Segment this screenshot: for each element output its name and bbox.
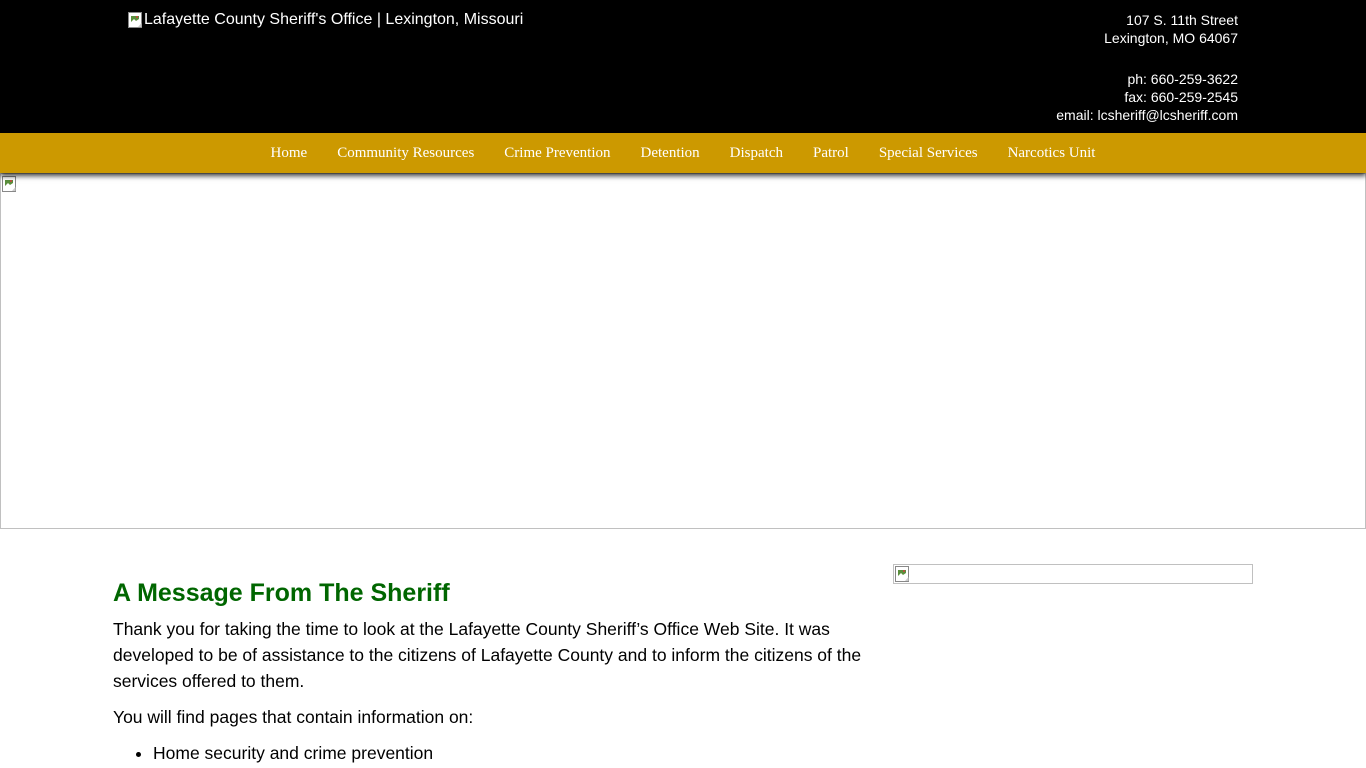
nav-item-narcotics-unit[interactable]: Narcotics Unit xyxy=(993,133,1111,173)
nav-item-dispatch[interactable]: Dispatch xyxy=(715,133,798,173)
info-list: Home security and crime prevention xyxy=(113,740,863,766)
fax-number: fax: 660-259-2545 xyxy=(1124,89,1238,105)
contact-info: 107 S. 11th Street Lexington, MO 64067 p… xyxy=(1056,11,1238,124)
nav-item-crime-prevention[interactable]: Crime Prevention xyxy=(489,133,625,173)
intro-paragraph: Thank you for taking the time to look at… xyxy=(113,619,862,691)
broken-image-icon xyxy=(895,566,911,582)
site-logo[interactable]: Lafayette County Sheriff's Office | Lexi… xyxy=(128,10,523,30)
page-heading: A Message From The Sheriff xyxy=(113,579,450,607)
site-logo-alt-text: Lafayette County Sheriff's Office | Lexi… xyxy=(144,11,524,28)
broken-image-icon xyxy=(128,12,144,28)
nav-item-community-resources[interactable]: Community Resources xyxy=(322,133,489,173)
broken-image-icon xyxy=(2,176,18,192)
phone-number: ph: 660-259-3622 xyxy=(1127,71,1238,87)
nav-item-patrol[interactable]: Patrol xyxy=(798,133,864,173)
nav-item-home[interactable]: Home xyxy=(256,133,323,173)
contact-spacer xyxy=(1056,47,1238,70)
main-navigation: Home Community Resources Crime Preventio… xyxy=(0,133,1366,173)
main-content: A Message From The Sheriff Thank you for… xyxy=(113,574,863,766)
nav-item-special-services[interactable]: Special Services xyxy=(864,133,993,173)
nav-item-detention[interactable]: Detention xyxy=(626,133,715,173)
email-address[interactable]: email: lcsheriff@lcsheriff.com xyxy=(1056,106,1238,124)
info-paragraph: You will find pages that contain informa… xyxy=(113,707,474,727)
hero-banner-image xyxy=(0,173,1366,529)
address-line-2: Lexington, MO 64067 xyxy=(1104,30,1238,46)
site-header: Lafayette County Sheriff's Office | Lexi… xyxy=(0,0,1366,133)
sidebar-image xyxy=(893,564,1253,584)
address-line-1: 107 S. 11th Street xyxy=(1126,12,1238,28)
list-item: Home security and crime prevention xyxy=(153,740,863,766)
